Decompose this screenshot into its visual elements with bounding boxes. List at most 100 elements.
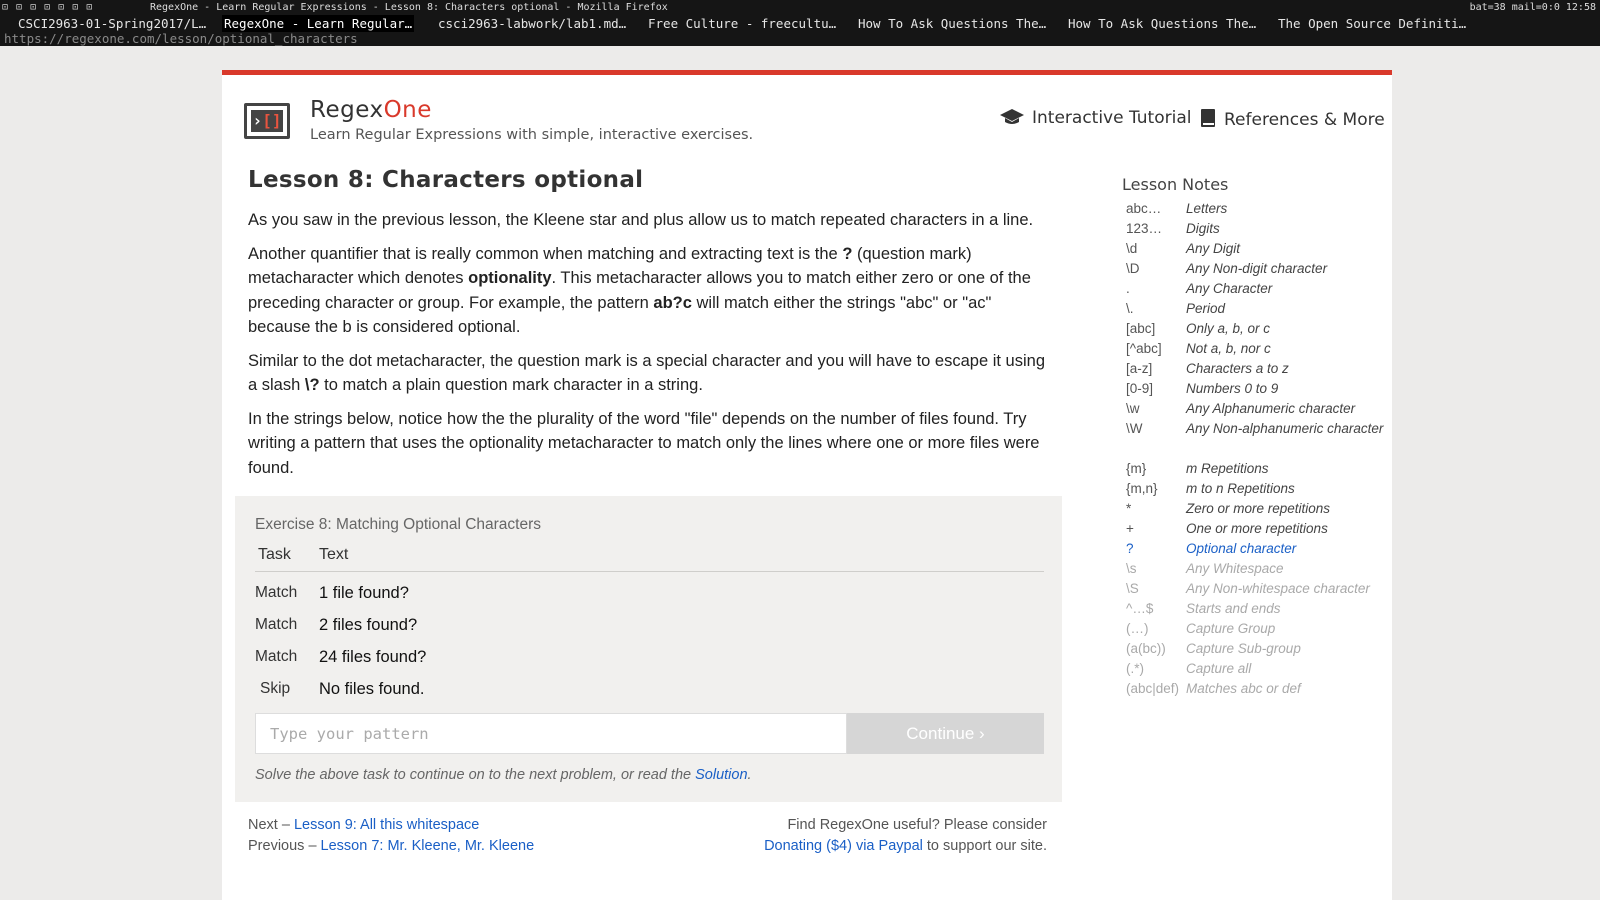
note-syntax: (…) — [1126, 621, 1149, 636]
pattern-input[interactable] — [255, 713, 847, 754]
lesson-note-item[interactable]: {m} m Repetitions — [1126, 459, 1391, 479]
test-string: 2 files found? — [319, 616, 418, 634]
note-syntax: \D — [1126, 261, 1140, 276]
note-syntax: \d — [1126, 241, 1138, 256]
exercise-row: Match 1 file found? — [255, 578, 1044, 608]
lesson-note-item[interactable]: * Zero or more repetitions — [1126, 499, 1391, 519]
solution-note: Solve the above task to continue on to t… — [255, 767, 752, 783]
lesson-note-item: (.*) Capture all — [1126, 659, 1391, 679]
lesson-note-item[interactable]: \. Period — [1126, 299, 1391, 319]
browser-tab[interactable]: How To Ask Questions The… — [856, 15, 1048, 32]
note-description: Starts and ends — [1186, 601, 1281, 616]
lesson-note-item[interactable]: \d Any Digit — [1126, 239, 1391, 259]
lesson-note-item[interactable]: {m,n} m to n Repetitions — [1126, 479, 1391, 499]
lesson-note-item[interactable]: + One or more repetitions — [1126, 519, 1391, 539]
lesson-note-item[interactable]: \D Any Non-digit character — [1126, 259, 1391, 279]
note-syntax: . — [1126, 281, 1130, 296]
site-brand[interactable]: RegexOne — [310, 97, 432, 123]
nav-references[interactable]: References & More — [1200, 108, 1385, 130]
note-description: Zero or more repetitions — [1186, 501, 1331, 516]
browser-tab[interactable]: How To Ask Questions The… — [1066, 15, 1258, 32]
next-lesson: Next – Lesson 9: All this whitespace — [248, 817, 480, 833]
lesson-note-item[interactable]: [^abc] Not a, b, nor c — [1126, 339, 1391, 359]
lesson-note-item[interactable]: 123… Digits — [1126, 219, 1391, 239]
tab-bar: CSCI2963-01-Spring2017/L… RegexOne - Lea… — [0, 15, 1600, 32]
lesson-note-item[interactable]: . Any Character — [1126, 279, 1391, 299]
note-description: Any Non-digit character — [1186, 261, 1328, 276]
solution-link[interactable]: Solution — [695, 767, 747, 783]
lesson-paragraph-4: In the strings below, notice how the the… — [248, 409, 1040, 477]
lesson-note-item: \S Any Non-whitespace character — [1126, 579, 1391, 599]
lesson-note-item: (…) Capture Group — [1126, 619, 1391, 639]
column-header-task: Task — [258, 546, 291, 563]
book-icon — [1201, 109, 1215, 127]
window-title: RegexOne - Learn Regular Expressions - L… — [150, 2, 668, 13]
note-syntax: (abc|def) — [1126, 681, 1180, 696]
task-label: Match — [255, 648, 298, 665]
note-syntax: \W — [1126, 421, 1143, 436]
lesson-title: Lesson 8: Characters optional — [248, 167, 644, 193]
lesson-note-item[interactable]: abc… Letters — [1126, 199, 1391, 219]
note-description: Matches abc or def — [1186, 681, 1301, 696]
continue-button[interactable]: Continue › — [847, 713, 1044, 754]
previous-lesson-link[interactable]: Lesson 7: Mr. Kleene, Mr. Kleene — [321, 838, 535, 854]
graduation-cap-icon — [1000, 109, 1024, 124]
workspace-icons[interactable]: ⊡ ⊡ ⊡ ⊡ ⊡ ⊡ ⊡ — [2, 0, 93, 15]
regexone-logo[interactable]: ›[] — [244, 103, 290, 139]
note-syntax: \w — [1126, 401, 1140, 416]
note-description: One or more repetitions — [1186, 521, 1328, 536]
lesson-notes-list: abc… Letters 123… Digits \d Any Digit \D Any No… — [1126, 199, 1391, 699]
browser-tab[interactable]: Free Culture - freecultu… — [646, 15, 838, 32]
donate-link[interactable]: Donating ($4) via Paypal — [764, 838, 923, 854]
lesson-note-item[interactable]: \W Any Non-alphanumeric character — [1126, 419, 1391, 459]
previous-lesson: Previous – Lesson 7: Mr. Kleene, Mr. Kle… — [248, 838, 535, 854]
browser-tab[interactable]: csci2963-labwork/lab1.md… — [436, 15, 628, 32]
lesson-paragraph-1: As you saw in the previous lesson, the K… — [248, 211, 1034, 229]
note-syntax: \. — [1126, 301, 1134, 316]
note-syntax: ? — [1126, 541, 1134, 556]
lesson-notes-title: Lesson Notes — [1122, 175, 1229, 194]
note-description: Optional character — [1186, 541, 1297, 556]
exercise-panel: Exercise 8: Matching Optional Characters… — [235, 496, 1062, 802]
test-string: 24 files found? — [319, 648, 427, 666]
exercise-row: Match 2 files found? — [255, 610, 1044, 640]
test-string: 1 file found? — [319, 584, 409, 602]
note-syntax: [abc] — [1126, 321, 1156, 336]
lesson-paragraph-2: Another quantifier that is really common… — [248, 244, 1031, 337]
note-description: Capture Group — [1186, 621, 1276, 636]
note-syntax: 123… — [1126, 221, 1163, 236]
note-description: Any Character — [1186, 281, 1273, 296]
donation-prompt: Find RegexOne useful? Please consider — [787, 817, 1047, 833]
logo-mark: ›[] — [251, 110, 283, 132]
lesson-note-item[interactable]: [0-9] Numbers 0 to 9 — [1126, 379, 1391, 399]
donation-line: Donating ($4) via Paypal to support our … — [764, 838, 1047, 854]
lesson-note-item[interactable]: [a-z] Characters a to z — [1126, 359, 1391, 379]
lesson-content: As you saw in the previous lesson, the K… — [248, 208, 1053, 489]
lesson-note-item: \s Any Whitespace — [1126, 559, 1391, 579]
note-syntax: (.*) — [1126, 661, 1144, 676]
note-description: Any Non-alphanumeric character — [1186, 421, 1384, 436]
url-bar[interactable]: https://regexone.com/lesson/optional_cha… — [0, 31, 1600, 46]
note-syntax: ^…$ — [1126, 601, 1154, 616]
note-description: Any Alphanumeric character — [1186, 401, 1356, 416]
browser-tab-active[interactable]: RegexOne - Learn Regular… — [222, 15, 415, 32]
lesson-note-item[interactable]: \w Any Alphanumeric character — [1126, 399, 1391, 419]
note-description: Capture Sub-group — [1186, 641, 1301, 656]
note-syntax: + — [1126, 521, 1134, 536]
note-syntax: \s — [1126, 561, 1137, 576]
note-description: Not a, b, nor c — [1186, 341, 1271, 356]
browser-tab[interactable]: CSCI2963-01-Spring2017/L… — [16, 15, 208, 32]
task-label: Skip — [260, 680, 291, 697]
note-description: m Repetitions — [1186, 461, 1269, 476]
task-label: Match — [255, 584, 298, 601]
browser-tab[interactable]: The Open Source Definiti… — [1276, 15, 1468, 32]
lesson-note-item[interactable]: [abc] Only a, b, or c — [1126, 319, 1391, 339]
lesson-note-item[interactable]: ? Optional character — [1126, 539, 1391, 559]
nav-interactive-tutorial[interactable]: Interactive Tutorial — [1000, 108, 1191, 128]
lesson-note-item: ^…$ Starts and ends — [1126, 599, 1391, 619]
test-string: No files found. — [319, 680, 425, 698]
note-description: Capture all — [1186, 661, 1252, 676]
lesson-note-item: (a(bc)) Capture Sub-group — [1126, 639, 1391, 659]
next-lesson-link[interactable]: Lesson 9: All this whitespace — [294, 817, 479, 833]
note-syntax: [0-9] — [1126, 381, 1154, 396]
